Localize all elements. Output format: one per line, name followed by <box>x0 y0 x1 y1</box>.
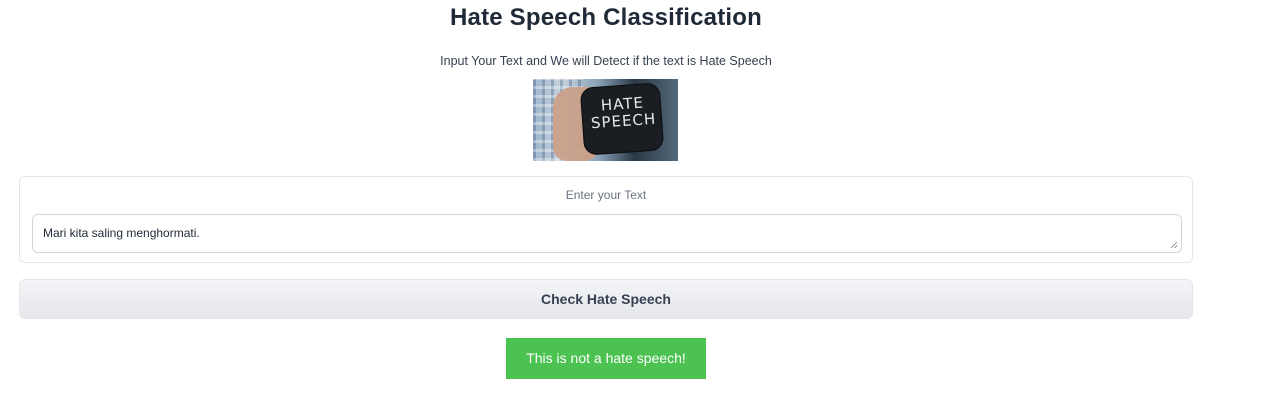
text-input-label: Enter your Text <box>565 188 647 202</box>
page-subtitle: Input Your Text and We will Detect if th… <box>440 54 772 68</box>
text-input-field[interactable]: Mari kita saling menghormati. <box>32 214 1182 253</box>
chalkboard-text: HATE SPEECH <box>584 93 662 133</box>
result-badge: This is not a hate speech! <box>506 338 706 379</box>
app-page: Hate Speech Classification Input Your Te… <box>0 0 1280 403</box>
text-input-card: Enter your Text Mari kita saling menghor… <box>19 176 1193 263</box>
resize-grip-icon[interactable] <box>1171 242 1177 248</box>
hate-speech-hero-image: HATE SPEECH <box>533 79 678 161</box>
page-title: Hate Speech Classification <box>450 4 762 31</box>
check-hate-speech-button[interactable]: Check Hate Speech <box>19 279 1193 319</box>
